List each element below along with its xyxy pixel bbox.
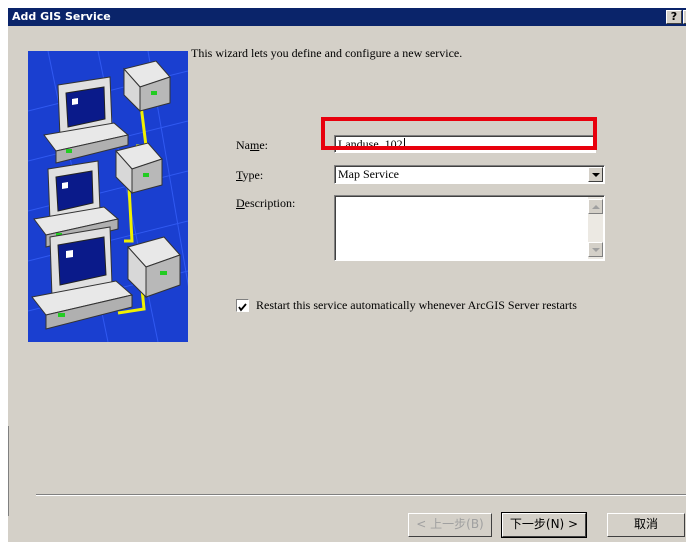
restart-checkbox[interactable] bbox=[236, 299, 249, 312]
scroll-up-button[interactable] bbox=[588, 199, 603, 214]
scroll-down-button[interactable] bbox=[588, 242, 603, 257]
next-button[interactable]: 下一步(N) > bbox=[501, 512, 587, 538]
title-bar[interactable]: Add GIS Service ? ✕ bbox=[8, 8, 686, 26]
networked-computers-illustration bbox=[28, 51, 188, 342]
button-separator bbox=[36, 494, 686, 496]
description-label: Description: bbox=[236, 196, 296, 210]
intro-text: This wizard lets you define and configur… bbox=[191, 46, 463, 60]
description-textarea[interactable] bbox=[334, 195, 605, 261]
cancel-button[interactable]: 取消 bbox=[607, 513, 685, 537]
description-scrollbar[interactable] bbox=[588, 197, 603, 259]
name-label: Name: bbox=[236, 138, 269, 152]
arrow-down-icon bbox=[592, 248, 600, 252]
window-title: Add GIS Service bbox=[12, 10, 111, 23]
back-button[interactable]: < 上一步(B) bbox=[408, 513, 492, 537]
checkmark-icon bbox=[238, 303, 247, 312]
restart-checkbox-label[interactable]: Restart this service automatically whene… bbox=[256, 298, 577, 313]
type-select-value: Map Service bbox=[338, 167, 399, 181]
dropdown-arrow-button[interactable] bbox=[588, 167, 603, 182]
add-gis-service-dialog: Add GIS Service ? ✕ bbox=[8, 8, 686, 542]
type-label: Type: bbox=[236, 168, 264, 182]
left-edge-line bbox=[8, 426, 9, 516]
name-highlight-box bbox=[321, 117, 597, 150]
arrow-up-icon bbox=[592, 205, 600, 209]
chevron-down-icon bbox=[592, 173, 600, 177]
help-button[interactable]: ? bbox=[666, 10, 682, 24]
type-select[interactable]: Map Service bbox=[334, 165, 605, 184]
